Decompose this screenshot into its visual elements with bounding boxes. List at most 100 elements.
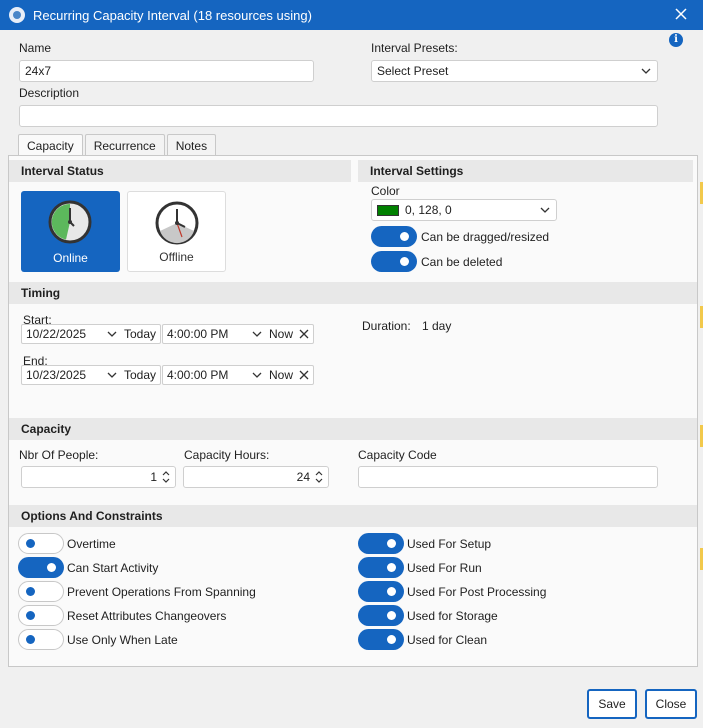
info-icon[interactable]: i [669, 33, 683, 47]
toggle-knob [387, 611, 396, 620]
offline-clock-icon [155, 201, 199, 245]
option-label-left-2: Prevent Operations From Spanning [67, 585, 256, 599]
start-now-button[interactable]: Now [269, 327, 293, 341]
people-label: Nbr Of People: [19, 448, 99, 462]
interval-status-header: Interval Status [9, 160, 351, 182]
toggle-knob [26, 611, 35, 620]
duration-label: Duration: [362, 319, 411, 333]
description-input[interactable] [19, 105, 658, 127]
hours-value: 24 [296, 470, 310, 484]
color-swatch [377, 204, 399, 216]
name-value: 24x7 [25, 64, 52, 78]
deletable-toggle[interactable] [371, 251, 417, 272]
toggle-knob [387, 635, 396, 644]
window-title: Recurring Capacity Interval (18 resource… [33, 7, 312, 23]
tab-bar: Capacity Recurrence Notes [18, 134, 218, 157]
option-toggle-left-2[interactable] [18, 581, 64, 602]
toggle-knob [26, 539, 35, 548]
toggle-knob [400, 257, 409, 266]
app-icon [9, 7, 25, 23]
name-input[interactable]: 24x7 [19, 60, 314, 82]
option-toggle-left-1[interactable] [18, 557, 64, 578]
offline-label: Offline [159, 250, 194, 264]
option-label-left-3: Reset Attributes Changeovers [67, 609, 227, 623]
start-today-button[interactable]: Today [124, 327, 156, 341]
toggle-knob [400, 232, 409, 241]
option-label-right-2: Used For Post Processing [407, 585, 547, 599]
option-toggle-left-4[interactable] [18, 629, 64, 650]
end-today-button[interactable]: Today [124, 368, 156, 382]
duration-value: 1 day [422, 319, 452, 333]
color-label: Color [371, 184, 400, 198]
capacity-header: Capacity [9, 418, 697, 440]
name-label: Name [19, 41, 52, 55]
hours-stepper[interactable]: 24 [183, 466, 329, 488]
color-value: 0, 128, 0 [405, 203, 452, 217]
interval-settings-header: Interval Settings [358, 160, 693, 182]
deletable-label: Can be deleted [421, 255, 503, 269]
toggle-knob [26, 587, 35, 596]
option-label-right-1: Used For Run [407, 561, 482, 575]
start-date-picker[interactable]: 10/22/2025 Today [21, 324, 161, 344]
end-now-button[interactable]: Now [269, 368, 293, 382]
tab-notes[interactable]: Notes [166, 134, 217, 156]
title-bar: Recurring Capacity Interval (18 resource… [0, 0, 703, 30]
end-date-picker[interactable]: 10/23/2025 Today [21, 365, 161, 385]
option-label-left-1: Can Start Activity [67, 561, 159, 575]
draggable-toggle[interactable] [371, 226, 417, 247]
end-time-value: 4:00:00 PM [167, 368, 229, 382]
option-toggle-right-0[interactable] [358, 533, 404, 554]
clear-start-icon[interactable] [299, 329, 309, 339]
end-time-picker[interactable]: 4:00:00 PM Now [162, 365, 314, 385]
toggle-knob [47, 563, 56, 572]
option-toggle-right-2[interactable] [358, 581, 404, 602]
close-window-icon[interactable] [673, 6, 689, 22]
options-header: Options And Constraints [9, 505, 697, 527]
online-label: Online [53, 251, 88, 265]
stepper-icon[interactable] [161, 470, 171, 484]
option-label-right-4: Used for Clean [407, 633, 488, 647]
draggable-label: Can be dragged/resized [421, 230, 550, 244]
option-toggle-right-4[interactable] [358, 629, 404, 650]
clear-end-icon[interactable] [299, 370, 309, 380]
online-status-button[interactable]: Online [21, 191, 120, 272]
interval-presets-dropdown[interactable]: Select Preset [371, 60, 658, 82]
start-time-value: 4:00:00 PM [167, 327, 229, 341]
close-button[interactable]: Close [645, 689, 697, 719]
start-time-picker[interactable]: 4:00:00 PM Now [162, 324, 314, 344]
option-label-left-0: Overtime [67, 537, 116, 551]
color-dropdown[interactable]: 0, 128, 0 [371, 199, 557, 221]
hours-label: Capacity Hours: [184, 448, 270, 462]
interval-presets-label: Interval Presets: [371, 41, 458, 55]
option-toggle-right-1[interactable] [358, 557, 404, 578]
capacity-code-label: Capacity Code [358, 448, 437, 462]
option-toggle-left-3[interactable] [18, 605, 64, 626]
option-label-left-4: Use Only When Late [67, 633, 178, 647]
description-label: Description [19, 86, 80, 100]
timing-header: Timing [9, 282, 697, 304]
chevron-down-icon[interactable] [251, 369, 263, 381]
toggle-knob [387, 539, 396, 548]
tab-capacity[interactable]: Capacity [18, 134, 83, 157]
people-stepper[interactable]: 1 [21, 466, 176, 488]
chevron-down-icon[interactable] [106, 369, 118, 381]
stepper-icon[interactable] [314, 470, 324, 484]
toggle-knob [387, 563, 396, 572]
save-button[interactable]: Save [587, 689, 637, 719]
start-date-value: 10/22/2025 [26, 327, 87, 341]
offline-status-button[interactable]: Offline [127, 191, 226, 272]
option-label-right-0: Used For Setup [407, 537, 492, 551]
chevron-down-icon [641, 68, 651, 74]
online-clock-icon [48, 200, 92, 244]
chevron-down-icon[interactable] [251, 328, 263, 340]
toggle-knob [387, 587, 396, 596]
option-label-right-3: Used for Storage [407, 609, 498, 623]
chevron-down-icon [540, 207, 550, 213]
option-toggle-left-0[interactable] [18, 533, 64, 554]
end-date-value: 10/23/2025 [26, 368, 87, 382]
tab-recurrence[interactable]: Recurrence [84, 134, 165, 156]
capacity-code-input[interactable] [358, 466, 658, 488]
chevron-down-icon[interactable] [106, 328, 118, 340]
option-toggle-right-3[interactable] [358, 605, 404, 626]
presets-selected-value: Select Preset [377, 64, 449, 78]
